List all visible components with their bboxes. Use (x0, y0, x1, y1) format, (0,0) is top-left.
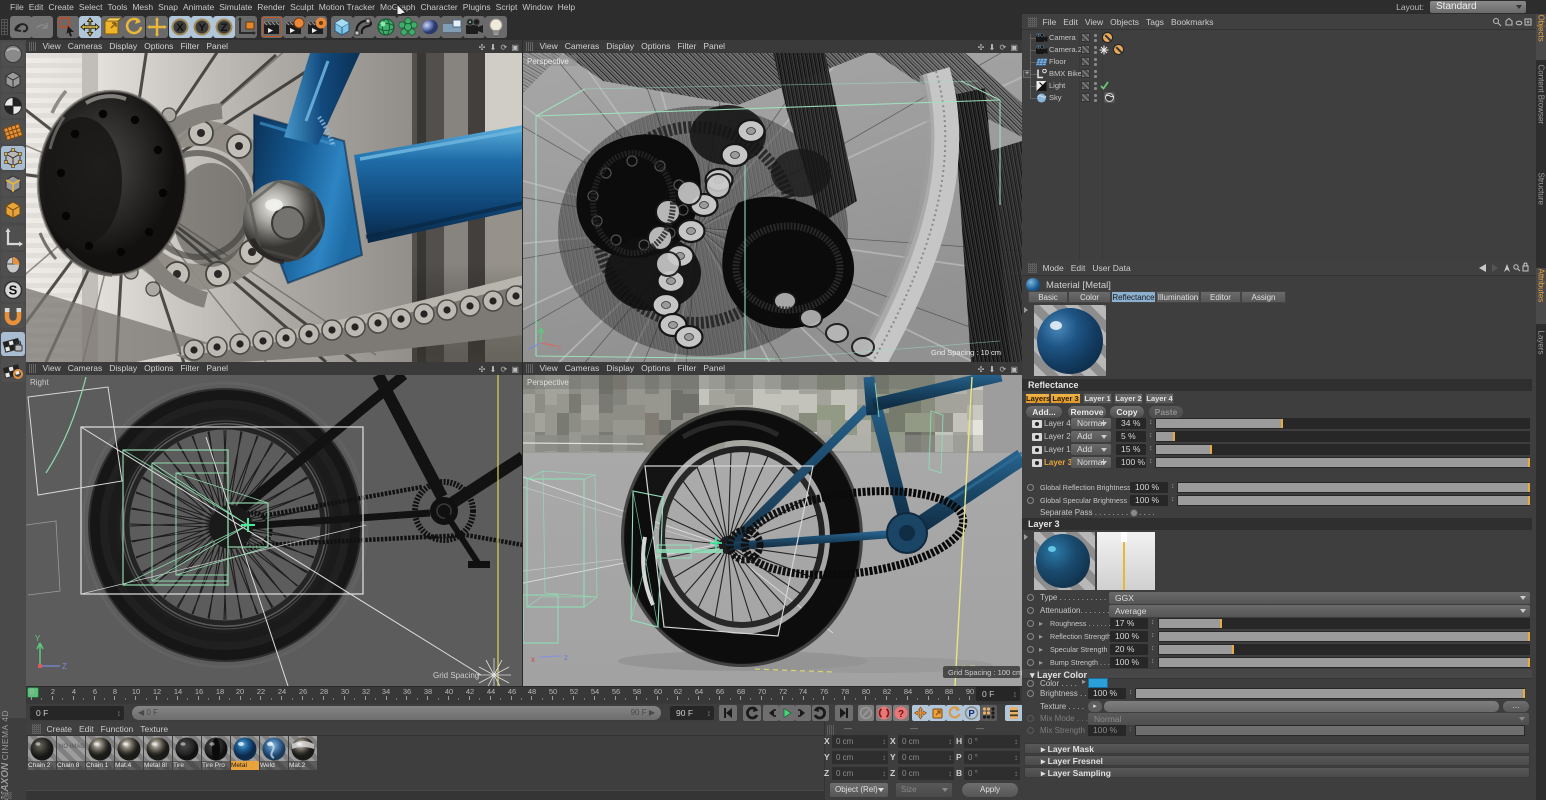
svg-text:x: x (531, 655, 535, 664)
svg-text:Y: Y (536, 321, 541, 328)
svg-text:Y: Y (35, 634, 41, 643)
svg-text:P: P (968, 709, 975, 720)
svg-text:Perspective: Perspective (527, 378, 569, 387)
svg-text:Y: Y (198, 22, 206, 34)
svg-text:X: X (176, 22, 184, 34)
svg-text:z: z (564, 653, 568, 662)
svg-text:Z: Z (221, 22, 228, 34)
svg-text:Grid Spacing : 100 cm: Grid Spacing : 100 cm (948, 668, 1022, 677)
svg-text:S: S (9, 283, 18, 298)
svg-text:Grid Spacing: Grid Spacing (433, 671, 479, 680)
svg-text:Grid Spacing : 10 cm: Grid Spacing : 10 cm (931, 348, 1001, 357)
svg-text:X: X (557, 345, 562, 352)
svg-text:Perspective: Perspective (527, 57, 569, 66)
svg-text:Right: Right (30, 378, 49, 387)
svg-text:?: ? (898, 709, 904, 720)
svg-text:Z: Z (62, 662, 67, 671)
